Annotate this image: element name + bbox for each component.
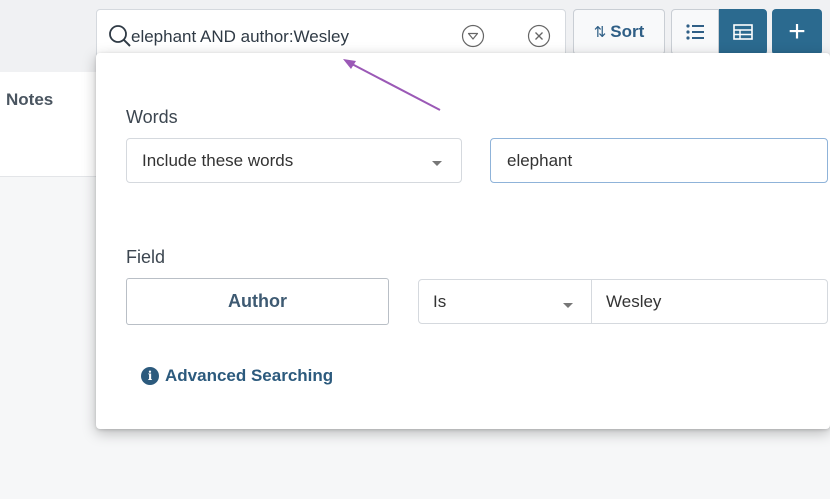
- operator-select[interactable]: Is: [418, 279, 592, 324]
- words-label: Words: [126, 107, 178, 127]
- clear-search-icon[interactable]: [527, 24, 551, 48]
- words-input[interactable]: [490, 138, 828, 183]
- filter-dropdown-icon[interactable]: [461, 24, 485, 48]
- search-input[interactable]: elephant AND author:Wesley: [131, 27, 349, 47]
- caret-down-icon: [432, 161, 442, 166]
- field-label: Field: [126, 247, 166, 267]
- list-view-button[interactable]: [671, 9, 719, 55]
- sort-button-label: Sort: [610, 22, 645, 41]
- sort-button[interactable]: ⇅ Sort: [573, 9, 665, 55]
- notes-column-header: Notes: [6, 90, 54, 109]
- words-mode-value: Include these words: [142, 151, 294, 170]
- table-view-button[interactable]: [719, 9, 767, 55]
- field-select-button[interactable]: Author: [126, 278, 389, 325]
- add-button[interactable]: +: [772, 9, 822, 55]
- advanced-searching-label: Advanced Searching: [165, 366, 334, 385]
- operator-value: Is: [433, 292, 447, 311]
- info-icon: i: [141, 367, 159, 385]
- field-value-input[interactable]: [591, 279, 828, 324]
- table-icon: [733, 24, 753, 40]
- caret-down-icon: [563, 303, 573, 308]
- search-icon: [108, 24, 132, 48]
- list-icon: [686, 24, 704, 40]
- words-mode-select[interactable]: Include these words: [126, 138, 462, 183]
- advanced-searching-link[interactable]: i Advanced Searching: [141, 366, 333, 386]
- sort-icon: ⇅: [593, 24, 607, 41]
